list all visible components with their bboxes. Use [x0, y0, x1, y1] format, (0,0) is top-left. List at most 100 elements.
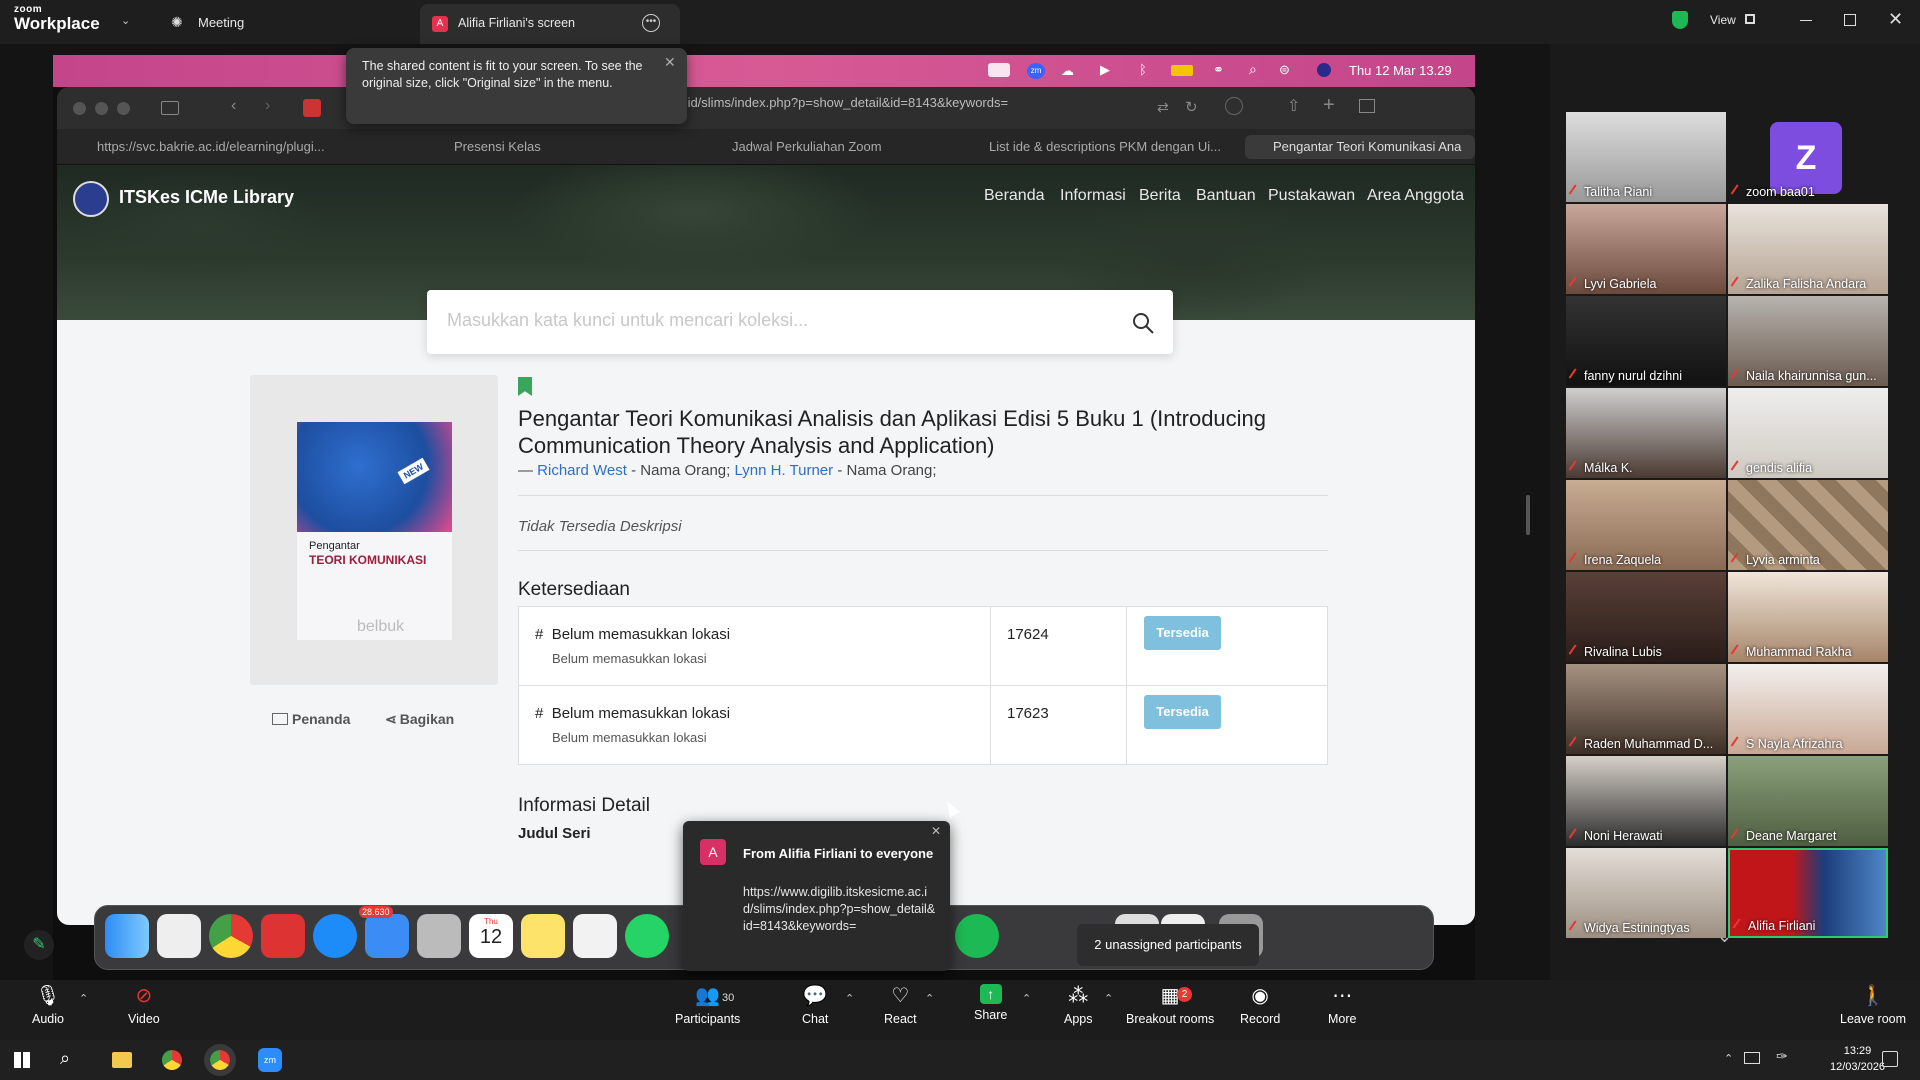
leave-room-button[interactable]: 🚶 Leave room [1840, 984, 1906, 1026]
participant-tile[interactable]: Lyvi Gabriela [1566, 204, 1726, 294]
downloads-icon[interactable] [1225, 97, 1243, 115]
contacts-icon[interactable] [417, 914, 461, 958]
chevron-down-icon[interactable]: ⌄ [121, 14, 130, 27]
minimize-icon[interactable] [1800, 20, 1812, 21]
chrome-icon[interactable] [209, 914, 253, 958]
participant-tile[interactable]: gendis alifia [1728, 388, 1888, 478]
record-button[interactable]: ◉ Record [1240, 984, 1280, 1026]
tray-overflow-icon[interactable]: ⌃ [1724, 1052, 1733, 1065]
tab-overview-icon[interactable] [1359, 99, 1375, 113]
unassigned-participants-notice[interactable]: 2 unassigned participants [1077, 924, 1259, 966]
shield-icon[interactable] [1672, 11, 1688, 29]
audio-options-caret[interactable]: ⌃ [79, 992, 88, 1005]
view-grid-icon[interactable] [1745, 14, 1755, 24]
participant-tile-active-speaker[interactable]: Alifia Firliani [1728, 848, 1888, 938]
annotate-pencil-icon[interactable]: ✎ [24, 930, 54, 960]
participant-tile[interactable]: Málka K. [1566, 388, 1726, 478]
share-icon[interactable]: ⇧ [1287, 96, 1300, 116]
tab-list-ide[interactable]: List ide & descriptions PKM dengan Ui... [989, 135, 1269, 159]
tab-svc-bakrie[interactable]: https://svc.bakrie.ac.id/elearning/plugi… [97, 135, 337, 159]
participant-tile[interactable]: fanny nurul dzihni [1566, 296, 1726, 386]
close-icon[interactable]: ✕ [1888, 9, 1903, 30]
calendar-icon[interactable]: Thu 12 [469, 914, 513, 958]
participant-tile[interactable]: Naila khairunnisa gun... [1728, 296, 1888, 386]
participants-button[interactable]: 👥 Participants [675, 984, 740, 1026]
back-icon[interactable]: ‹ [231, 97, 236, 115]
chat-notification[interactable]: A From Alifia Firliani to everyone https… [683, 821, 950, 971]
view-button[interactable]: View [1710, 13, 1736, 27]
participant-tile[interactable]: Deane Margaret [1728, 756, 1888, 846]
nav-pustakawan[interactable]: Pustakawan [1268, 187, 1355, 205]
whatsapp-icon[interactable] [625, 914, 669, 958]
collection-search-input[interactable]: Masukkan kata kunci untuk mencari koleks… [427, 290, 1173, 354]
chrome-icon[interactable] [162, 1050, 182, 1070]
forward-icon[interactable]: › [265, 97, 270, 115]
gallery-resize-handle[interactable] [1526, 495, 1530, 535]
window-minimize-dot[interactable] [95, 102, 108, 115]
participant-tile[interactable]: Irena Zaquela [1566, 480, 1726, 570]
participant-tile[interactable]: Noni Herawati [1566, 756, 1726, 846]
participant-tile[interactable]: Talitha Riani [1566, 112, 1726, 202]
nav-bantuan[interactable]: Bantuan [1196, 187, 1256, 205]
zotero-icon[interactable] [261, 914, 305, 958]
launchpad-icon[interactable] [157, 914, 201, 958]
new-tab-icon[interactable]: + [1323, 94, 1335, 117]
nav-informasi[interactable]: Informasi [1060, 187, 1126, 205]
participant-tile[interactable]: Raden Muhammad D... [1566, 664, 1726, 754]
sidebar-toggle-icon[interactable] [161, 101, 179, 115]
window-close-dot[interactable] [73, 102, 86, 115]
author-link-lynn-turner[interactable]: Lynn H. Turner [734, 462, 833, 479]
gallery-scroll-down-icon[interactable]: ⌄ [1717, 926, 1732, 947]
breakout-rooms-button[interactable]: ▦ Breakout rooms [1126, 984, 1214, 1026]
site-title[interactable]: ITSKes ICMe Library [119, 187, 294, 208]
restore-icon[interactable] [1844, 14, 1856, 26]
book-cover-image[interactable]: NEW Pengantar TEORI KOMUNIKASI belbuk [297, 422, 452, 640]
video-button[interactable]: ⊘ Video [128, 984, 160, 1026]
react-button[interactable]: ♡ React [884, 984, 917, 1026]
participant-tile[interactable]: Widya Estiningtyas [1566, 848, 1726, 938]
tab-jadwal-perkuliahan[interactable]: Jadwal Perkuliahan Zoom [732, 135, 962, 159]
chat-options-caret[interactable]: ⌃ [845, 992, 854, 1005]
window-zoom-dot[interactable] [117, 102, 130, 115]
tooltip-close-icon[interactable]: ✕ [664, 54, 676, 71]
finder-icon[interactable] [105, 914, 149, 958]
bookmark-button[interactable]: Penanda [272, 711, 350, 727]
more-button[interactable]: ⋯ More [1328, 984, 1356, 1026]
taskbar-clock[interactable]: 13:29 12/03/2026 [1830, 1043, 1885, 1075]
chrome-profile-icon[interactable] [204, 1044, 236, 1076]
chat-button[interactable]: 💬 Chat [802, 984, 828, 1026]
react-options-caret[interactable]: ⌃ [925, 992, 934, 1005]
participant-tile[interactable]: Z zoom baa01 [1728, 112, 1888, 202]
network-icon[interactable] [1744, 1052, 1760, 1064]
share-button[interactable]: ⋖ Bagikan [385, 711, 454, 728]
more-options-icon[interactable]: ••• [642, 14, 660, 32]
translate-icon[interactable]: ⇄ [1157, 99, 1169, 116]
author-link-richard-west[interactable]: Richard West [537, 462, 627, 479]
meeting-label[interactable]: Meeting [198, 15, 244, 30]
audio-button[interactable]: 🎙 Audio [32, 984, 64, 1026]
windows-start-icon[interactable] [14, 1052, 30, 1068]
zoom-taskbar-icon[interactable]: zm [258, 1048, 282, 1072]
share-options-caret[interactable]: ⌃ [1022, 992, 1031, 1005]
nav-beranda[interactable]: Beranda [984, 187, 1045, 205]
safari-icon[interactable] [313, 914, 357, 958]
apps-options-caret[interactable]: ⌃ [1104, 992, 1113, 1005]
search-icon[interactable]: ⌕ [60, 1048, 70, 1069]
notes-icon[interactable] [521, 914, 565, 958]
share-button[interactable]: ↑ Share [974, 984, 1007, 1022]
notifications-icon[interactable] [1882, 1051, 1898, 1067]
tab-pengantar-teori-active[interactable]: Pengantar Teori Komunikasi Ana [1245, 135, 1475, 159]
reload-icon[interactable]: ↻ [1185, 98, 1198, 116]
participant-tile[interactable]: Muhammad Rakha [1728, 572, 1888, 662]
screen-share-tab[interactable]: A Alifia Firliani's screen ••• [420, 4, 680, 44]
chat-close-icon[interactable]: ✕ [931, 824, 941, 838]
tab-presensi-kelas[interactable]: Presensi Kelas [454, 135, 654, 159]
spotify-icon[interactable] [955, 914, 999, 958]
participant-tile[interactable]: Zalika Falisha Andara [1728, 204, 1888, 294]
participant-tile[interactable]: Lyvia arminta [1728, 480, 1888, 570]
search-icon[interactable] [1131, 311, 1155, 335]
file-explorer-icon[interactable] [112, 1052, 132, 1068]
participant-tile[interactable]: Rivalina Lubis [1566, 572, 1726, 662]
pen-icon[interactable]: ✑ [1776, 1048, 1788, 1065]
reminders-icon[interactable] [573, 914, 617, 958]
